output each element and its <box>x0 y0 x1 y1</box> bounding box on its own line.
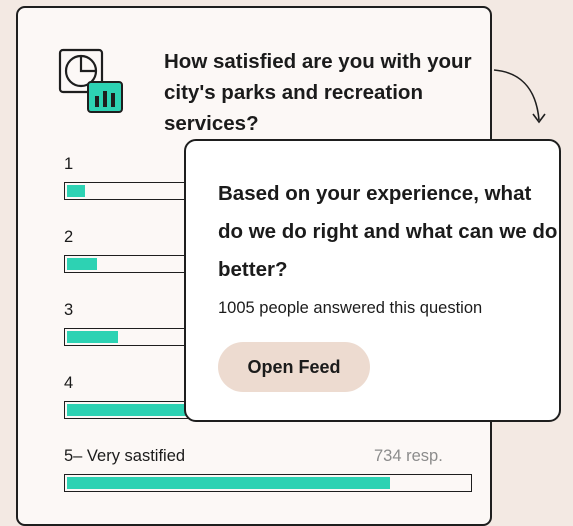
curved-arrow-down-icon <box>493 69 546 124</box>
option-label: 1 <box>64 155 74 173</box>
open-feed-button[interactable]: Open Feed <box>218 342 370 392</box>
option-label: 2 <box>64 228 74 246</box>
feed-card: Based on your experience, what do we do … <box>184 139 561 422</box>
option-bar-fill <box>67 331 118 343</box>
option-bar-fill <box>67 185 86 197</box>
option-bar-fill <box>67 477 390 489</box>
option-label: 5– Very sastified <box>64 447 186 465</box>
question-title: How satisfied are you with your city's p… <box>164 50 472 135</box>
option-bar <box>64 474 472 492</box>
option-response-count: 734 resp. <box>374 447 443 465</box>
option-label: 3 <box>64 301 74 319</box>
option-bar-fill <box>67 258 98 270</box>
answered-count: 1005 people answered this question <box>218 299 483 317</box>
option-label: 4 <box>64 374 74 392</box>
feed-question: Based on your experience, what do we do … <box>218 182 558 281</box>
pie-chart-bar-chart-icon <box>58 48 123 113</box>
